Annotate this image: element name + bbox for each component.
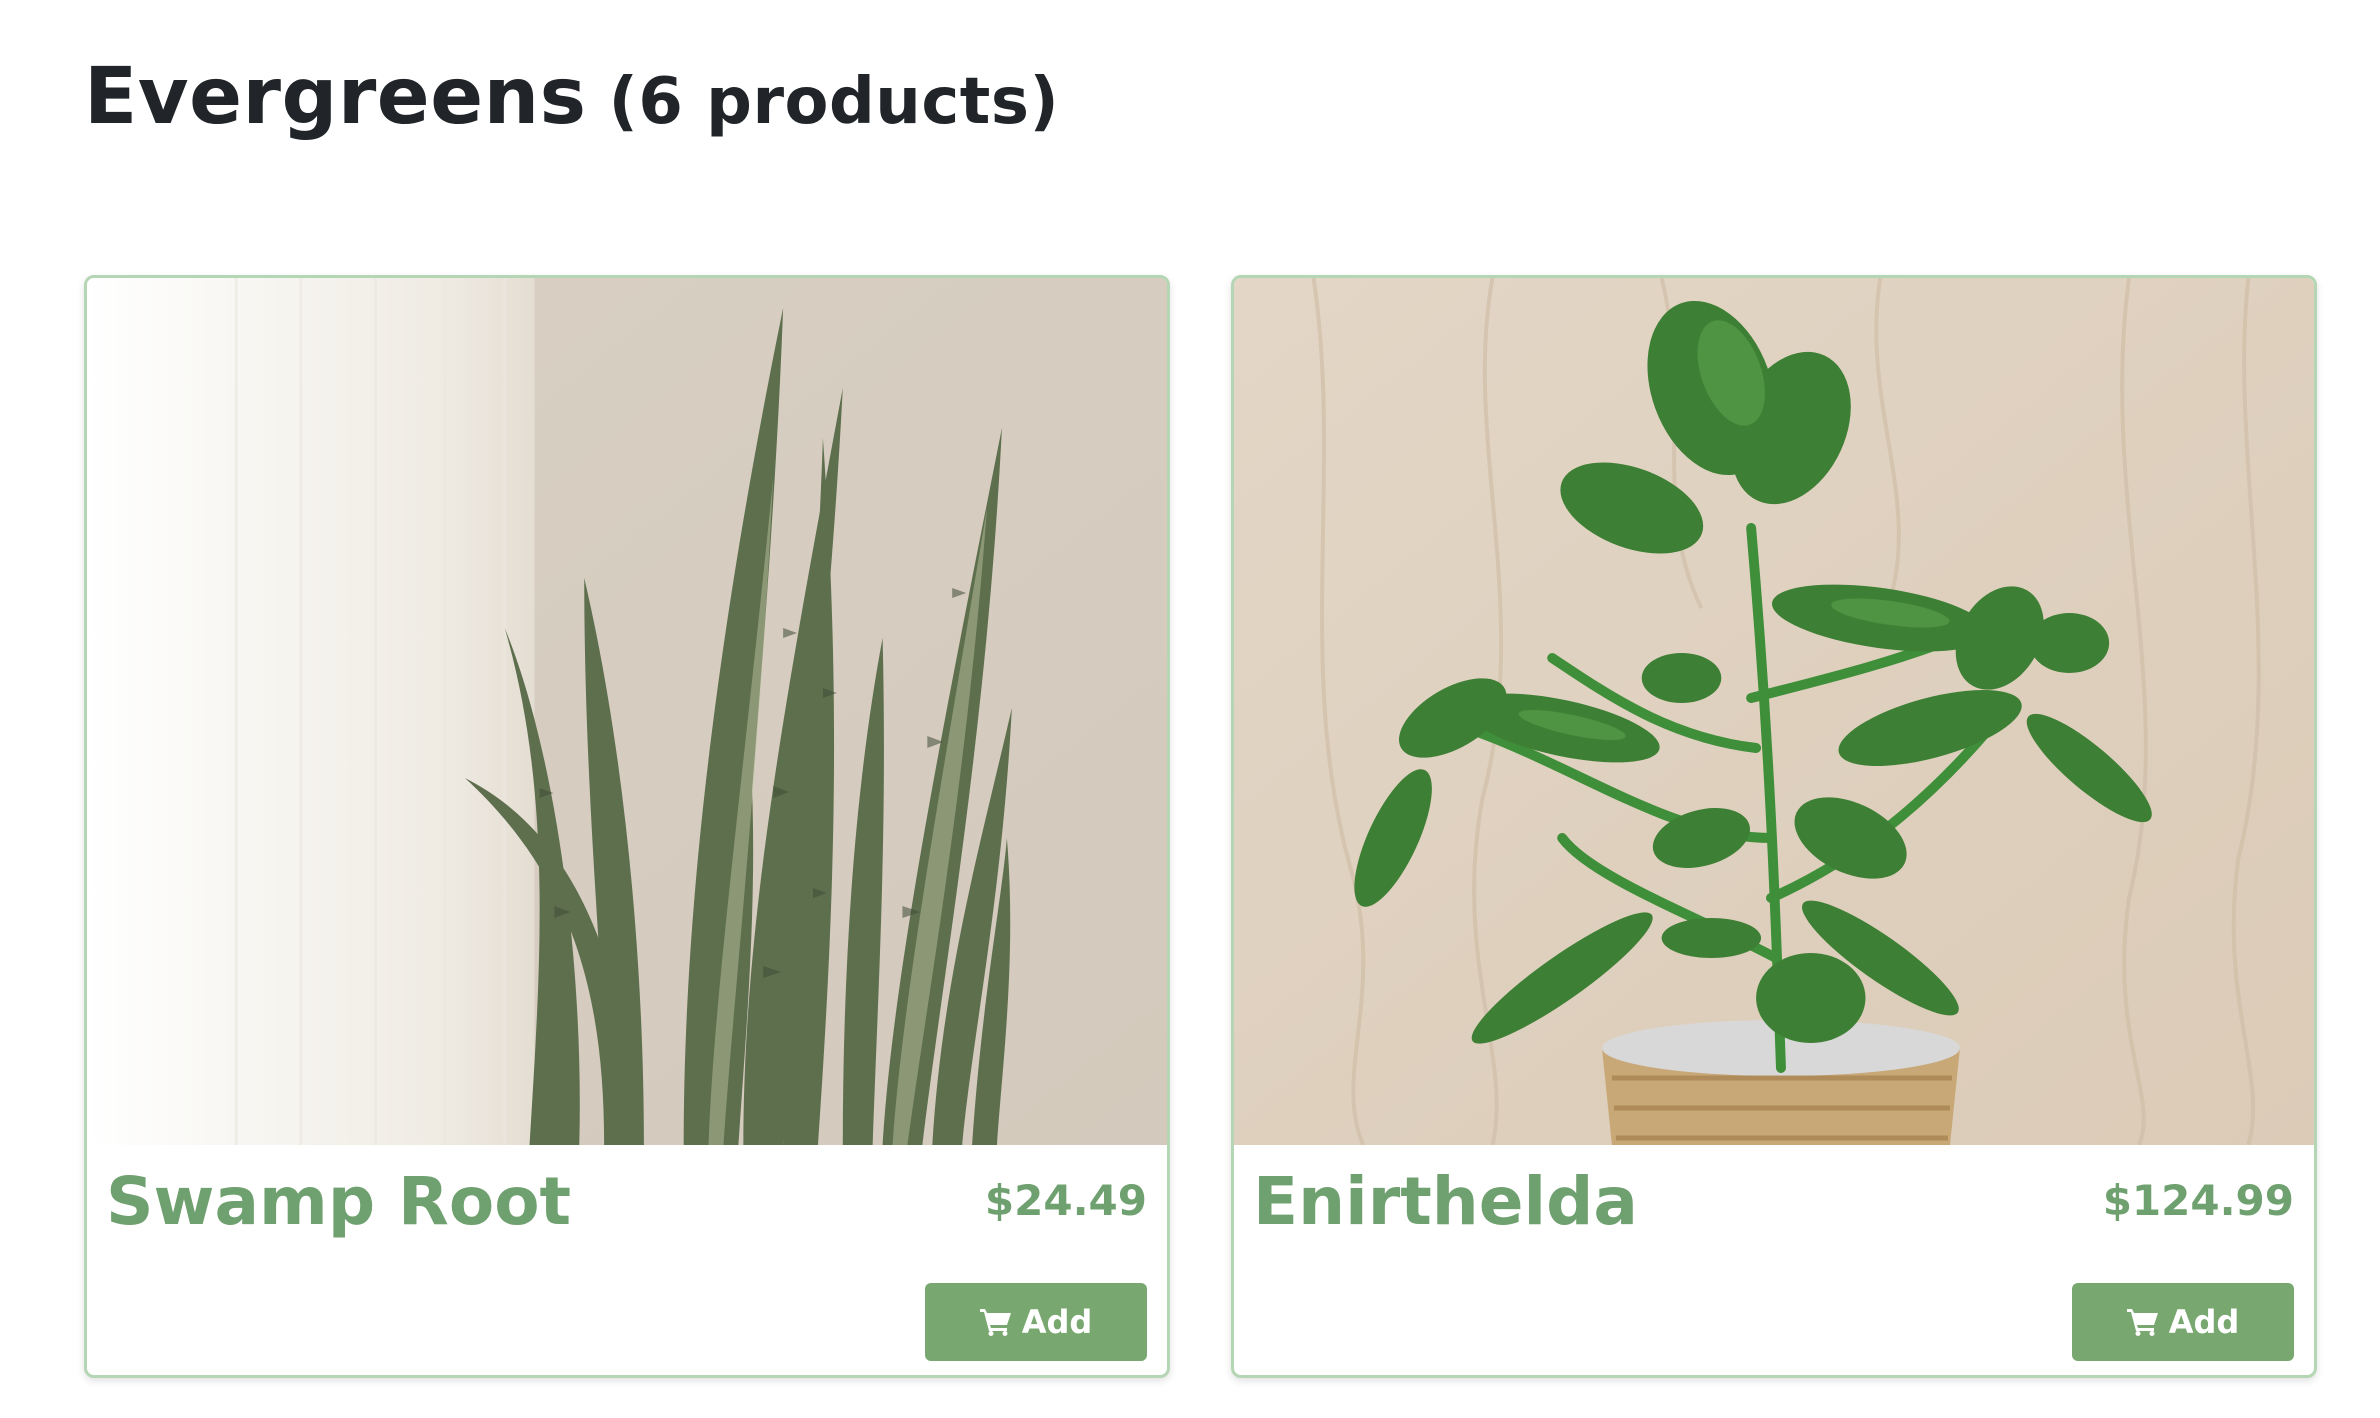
cart-icon [979,1308,1012,1336]
product-image[interactable] [87,278,1167,1145]
add-to-cart-button[interactable]: Add [2072,1283,2294,1361]
product-price: $124.99 [2102,1176,2294,1225]
product-price: $24.49 [984,1176,1147,1225]
category-title: Evergreens [84,52,587,142]
product-name[interactable]: Enirthelda [1253,1163,1638,1240]
add-to-cart-button[interactable]: Add [925,1283,1147,1361]
product-image[interactable] [1234,278,2314,1145]
category-heading: Evergreens (6 products) [84,52,1059,142]
product-name[interactable]: Swamp Root [106,1163,571,1240]
product-listing-page: Evergreens (6 products) Swamp Root $24.4… [0,0,2380,1418]
add-button-label: Add [2168,1303,2240,1341]
product-card[interactable]: Swamp Root $24.49 Add [84,275,1170,1378]
product-card[interactable]: Enirthelda $124.99 Add [1231,275,2317,1378]
product-count: (6 products) [608,65,1060,139]
cart-icon [2126,1308,2159,1336]
add-button-label: Add [1021,1303,1093,1341]
